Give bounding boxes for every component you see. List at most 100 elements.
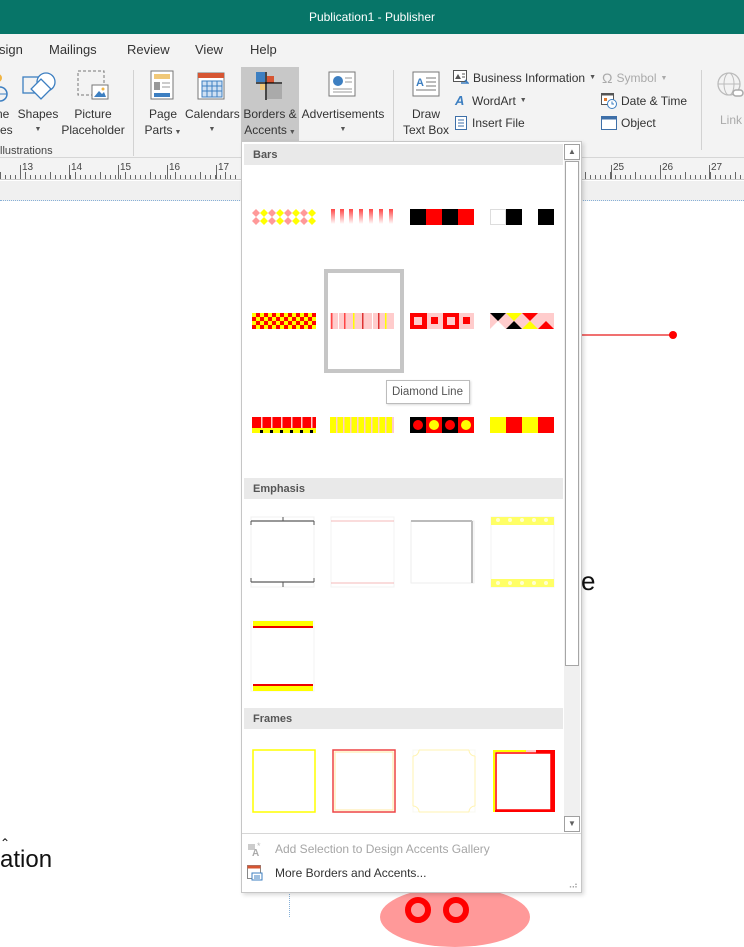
ruler-minor-tick [110, 175, 111, 179]
link-button[interactable]: Link [711, 70, 744, 140]
tab-help[interactable]: Help [250, 42, 277, 57]
business-information-caret-icon: ▼ [589, 74, 596, 81]
line-endpoint-handle[interactable] [669, 331, 677, 339]
gallery-item[interactable] [404, 269, 484, 373]
gallery-item[interactable] [484, 269, 564, 373]
gallery-item[interactable] [490, 516, 556, 588]
ruler-minor-tick [210, 175, 211, 179]
object-button[interactable]: Object [601, 116, 656, 130]
gallery-item[interactable] [330, 516, 396, 588]
ruler-minor-tick [70, 175, 71, 179]
ruler-minor-tick [115, 175, 116, 179]
tab-design[interactable]: sign [0, 42, 23, 57]
diamond-shape [308, 217, 316, 225]
ruler-minor-tick [605, 175, 606, 179]
gallery-item[interactable] [244, 373, 324, 477]
frame-thumbnail [412, 749, 476, 813]
svg-text:A: A [416, 77, 424, 89]
calendars-caret-icon: ▼ [208, 126, 216, 133]
ruler-minor-tick [135, 175, 136, 179]
gallery-item[interactable] [252, 749, 316, 813]
scroll-down-button[interactable]: ▼ [564, 816, 580, 832]
ruler-minor-tick [160, 175, 161, 179]
symbol-label: Symbol [616, 71, 657, 85]
ruler-minor-tick [20, 175, 21, 179]
picture-placeholder-button[interactable]: Picture Placeholder [60, 70, 126, 140]
ruler-major-tick [216, 165, 217, 179]
gallery-item-diamond-line[interactable] [324, 269, 404, 373]
tab-mailings[interactable]: Mailings [49, 42, 97, 57]
ruler-minor-tick [130, 175, 131, 179]
page-parts-line2: Parts [144, 123, 173, 137]
diamond-shape [276, 209, 284, 217]
scroll-up-button[interactable]: ▲ [564, 144, 580, 160]
borders-accents-line2: Accents [244, 123, 287, 137]
gallery-item[interactable] [332, 749, 396, 813]
canvas-text-fragment[interactable]: ation [0, 846, 52, 874]
tab-view[interactable]: View [195, 42, 223, 57]
gallery-item[interactable] [404, 373, 484, 477]
gallery-item[interactable] [244, 165, 324, 269]
ruler-minor-tick [720, 175, 721, 179]
diamond-shape [300, 217, 308, 225]
emphasis-thumbnail [250, 516, 315, 588]
business-information-button[interactable]: Business Information ▼ [453, 70, 596, 85]
draw-text-box-button[interactable]: A Draw Text Box [400, 70, 452, 140]
add-selection-menu-item[interactable]: A * Add Selection to Design Accents Galle… [247, 841, 490, 857]
more-borders-menu-item[interactable]: More Borders and Accents... [247, 865, 426, 881]
ruler-minor-tick [635, 172, 636, 179]
diamond-shape [292, 209, 300, 217]
ruler-minor-tick [235, 175, 236, 179]
gallery-item[interactable] [404, 165, 484, 269]
tab-review[interactable]: Review [127, 42, 170, 57]
symbol-button[interactable]: Ω Symbol ▼ [602, 70, 667, 86]
scrollbar-thumb[interactable] [565, 161, 579, 666]
calendars-icon [197, 72, 225, 100]
resize-grip-icon[interactable]: ⠠⠴ [566, 880, 578, 891]
shapes-button[interactable]: Shapes ▼ [17, 70, 59, 140]
gallery-item[interactable] [412, 749, 476, 813]
emphasis-thumbnail [250, 620, 315, 692]
ruler-minor-tick [35, 175, 36, 179]
diamond-shape [284, 209, 292, 217]
insert-file-button[interactable]: Insert File [455, 116, 525, 130]
gallery-item[interactable] [324, 165, 404, 269]
ruler-minor-tick [10, 175, 11, 179]
advertisements-caret-icon: ▼ [339, 126, 347, 133]
ruler-minor-tick [60, 175, 61, 179]
gallery-item[interactable] [324, 373, 404, 477]
date-time-button[interactable]: Date & Time [601, 93, 687, 109]
business-information-label: Business Information [473, 70, 586, 85]
gallery-item[interactable] [250, 516, 316, 588]
bar-thumbnail [410, 209, 474, 225]
ruler-minor-tick [220, 175, 221, 179]
page-parts-line1: Page [148, 107, 178, 121]
advertisements-button[interactable]: Advertisements ▼ [300, 70, 386, 140]
ruler-minor-tick [740, 175, 741, 179]
calendars-button[interactable]: Calendars ▼ [185, 70, 240, 140]
diamond-shape [252, 217, 260, 225]
canvas-text-fragment[interactable]: e [581, 566, 595, 597]
page-parts-button[interactable]: Page Parts ▼ [144, 70, 182, 140]
cursor-mark-icon: ⌃ [0, 836, 11, 850]
gallery-item[interactable] [492, 749, 556, 813]
ruler-minor-tick [730, 175, 731, 179]
frame-thumbnail [252, 749, 316, 813]
gallery-item[interactable] [250, 620, 316, 692]
ruler-minor-tick [95, 175, 96, 179]
diamond-shape [300, 209, 308, 217]
online-pictures-line2: res [0, 123, 13, 137]
wordart-button[interactable]: A WordArt ▼ [455, 93, 527, 108]
page-parts-icon [150, 70, 174, 100]
borders-accents-button[interactable]: Borders & Accents ▼ [241, 67, 299, 142]
gallery-item[interactable] [244, 269, 324, 373]
online-pictures-button[interactable]: ne res [0, 70, 16, 140]
symbol-caret-icon: ▼ [660, 74, 668, 82]
gallery-item[interactable] [484, 165, 564, 269]
group-separator [701, 70, 702, 150]
gallery-scrollbar[interactable]: ▲ ▼ [564, 144, 580, 832]
gallery-item[interactable] [484, 373, 564, 477]
ruler-minor-tick [145, 175, 146, 179]
gallery-item[interactable] [410, 516, 476, 588]
ruler-minor-tick [85, 175, 86, 179]
